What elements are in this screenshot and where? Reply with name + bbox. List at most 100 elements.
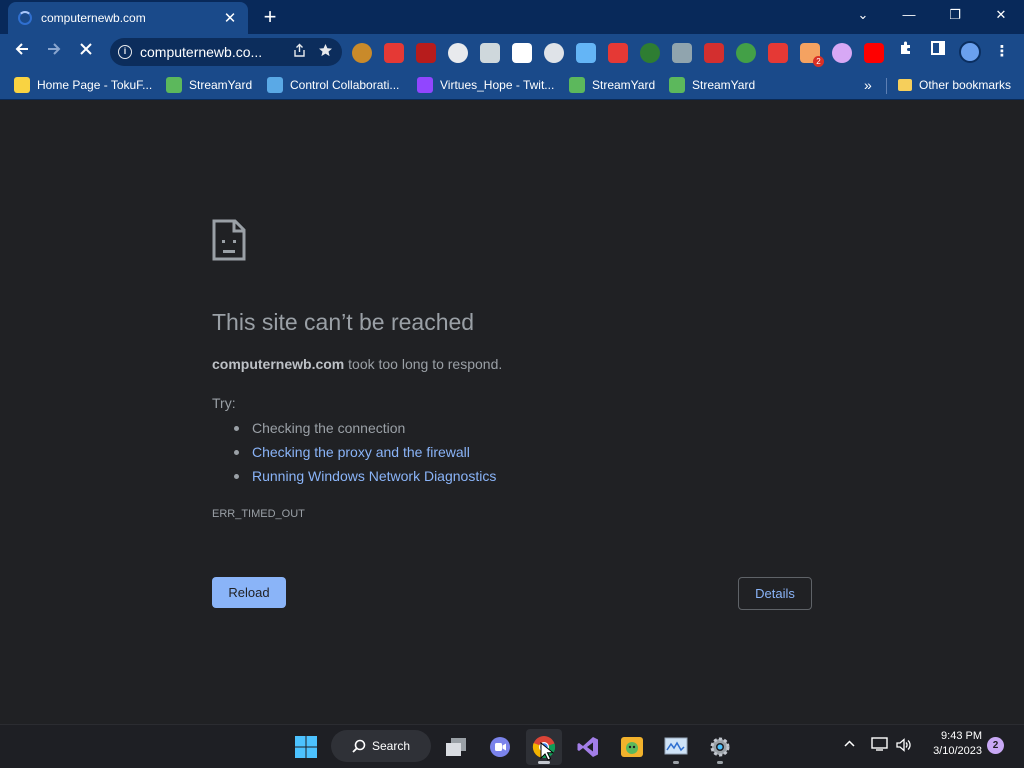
ext-red-square-icon[interactable] [704,43,724,63]
other-bookmarks-folder[interactable]: Other bookmarks [898,75,1011,95]
bookmarks-bar: Home Page - TokuF... StreamYard Control … [0,70,1024,100]
reload-button[interactable]: Reload [212,577,286,608]
bookmark-item[interactable]: Virtues_Hope - Twit... [417,75,554,95]
mouse-cursor-icon [540,742,554,761]
ext-hammer-icon[interactable] [672,43,692,63]
forward-arrow-icon [48,43,61,55]
loading-spinner-icon [18,11,32,25]
bookmark-favicon-icon [669,77,685,93]
forward-button[interactable] [40,38,68,66]
error-domain: computernewb.com [212,356,345,372]
extension-badge: 2 [813,56,824,67]
error-heading: This site can’t be reached [212,309,475,335]
clock-date: 3/10/2023 [933,745,982,757]
suggestion-check-proxy-link[interactable]: Checking the proxy and the firewall [234,443,496,467]
sad-page-icon [212,219,246,261]
error-description: computernewb.com took too long to respon… [212,356,502,372]
ext-cbl-icon[interactable] [512,43,532,63]
resource-monitor-icon [664,737,688,755]
suggestion-network-diagnostics-link[interactable]: Running Windows Network Diagnostics [234,467,496,491]
bookmark-star-icon[interactable] [316,43,334,61]
ext-red-check-icon[interactable] [384,43,404,63]
notification-badge[interactable]: 2 [987,737,1004,754]
ext-white-square-icon[interactable] [448,43,468,63]
stop-loading-button[interactable] [72,38,100,66]
search-label: Search [371,739,411,753]
address-bar-url[interactable]: computernewb.co... [140,44,282,60]
chevron-up-icon [844,740,855,747]
page-content: This site can’t be reached computernewb.… [0,101,1024,724]
bookmark-item[interactable]: StreamYard [669,75,755,95]
share-icon[interactable] [290,43,308,61]
ext-mouse-icon[interactable] [544,43,564,63]
bookmark-favicon-icon [417,77,433,93]
ext-game-icon[interactable] [832,43,852,63]
game-app-button[interactable] [614,729,650,765]
clock-time: 9:43 PM [941,730,982,742]
minimize-button[interactable]: — [886,0,932,30]
error-code: ERR_TIMED_OUT [212,508,305,520]
bookmark-favicon-icon [14,77,30,93]
tab-search-button[interactable]: ⌄ [840,0,886,30]
avatar [959,41,981,63]
browser-toolbar: i computernewb.co... 2 ⋮ [0,34,1024,70]
bookmark-favicon-icon [569,77,585,93]
back-button[interactable] [8,38,36,66]
ext-orange-badge-icon[interactable]: 2 [800,43,824,67]
tab-close-icon[interactable]: ✕ [222,9,238,27]
browser-tab[interactable]: computernewb.com ✕ [8,2,248,34]
network-icon[interactable] [871,737,888,751]
address-bar[interactable]: i computernewb.co... [110,38,342,66]
ext-k-icon[interactable] [352,43,372,63]
search-icon [352,739,366,753]
volume-icon[interactable] [895,737,912,753]
teams-chat-button[interactable] [482,729,518,765]
bookmark-item[interactable]: Home Page - TokuF... [14,75,152,95]
game-app-icon [621,737,643,757]
side-panel-icon[interactable] [925,39,951,65]
task-view-button[interactable] [438,729,474,765]
ext-dollar-icon[interactable] [736,43,756,63]
new-tab-button[interactable]: + [258,4,282,30]
running-indicator [673,761,679,764]
start-button[interactable] [288,729,324,765]
profile-avatar[interactable] [957,39,983,65]
bookmark-favicon-icon [166,77,182,93]
windows-logo-icon [295,736,317,758]
site-info-icon[interactable]: i [118,45,132,59]
stop-loading-icon [80,43,92,55]
bookmarks-overflow-button[interactable]: » [864,75,872,95]
ext-red-bar-icon[interactable] [608,43,628,63]
system-clock[interactable]: 9:43 PM 3/10/2023 [920,729,982,759]
suggestions-list: Checking the connection Checking the pro… [234,419,496,491]
taskbar-search[interactable]: Search [331,730,431,762]
ext-blue-cube-icon[interactable] [576,43,596,63]
ext-dark-red-icon[interactable] [416,43,436,63]
bookmarks-divider [886,78,887,94]
close-window-button[interactable]: ✕ [978,0,1024,30]
ext-green-circle-icon[interactable] [640,43,660,63]
visual-studio-icon [577,737,598,757]
bookmark-item[interactable]: StreamYard [569,75,655,95]
restore-button[interactable]: ❐ [932,0,978,30]
monitor-app-button[interactable] [658,729,694,765]
show-hidden-icons-button[interactable] [843,737,856,753]
browser-titlebar: computernewb.com ✕ + ⌄ — ❐ ✕ [0,0,1024,34]
task-view-icon [446,738,466,756]
gear-icon [710,737,730,757]
extensions-puzzle-icon[interactable] [893,39,919,65]
visual-studio-button[interactable] [570,729,606,765]
details-button[interactable]: Details [738,577,812,610]
ext-red-box-icon[interactable] [768,43,788,63]
bookmark-item[interactable]: StreamYard [166,75,252,95]
settings-button[interactable] [702,729,738,765]
error-description-text: took too long to respond. [344,356,503,372]
bookmark-item[interactable]: Control Collaborati... [267,75,399,95]
try-label: Try: [212,395,236,411]
back-arrow-icon [15,43,28,55]
ext-youtube-icon[interactable] [864,43,884,63]
ext-d-badge-icon[interactable] [480,43,500,63]
chrome-menu-icon[interactable]: ⋮ [989,39,1015,65]
windows-taskbar: Search 9:43 PM 3/10/2023 2 [0,724,1024,768]
folder-icon [898,79,912,91]
